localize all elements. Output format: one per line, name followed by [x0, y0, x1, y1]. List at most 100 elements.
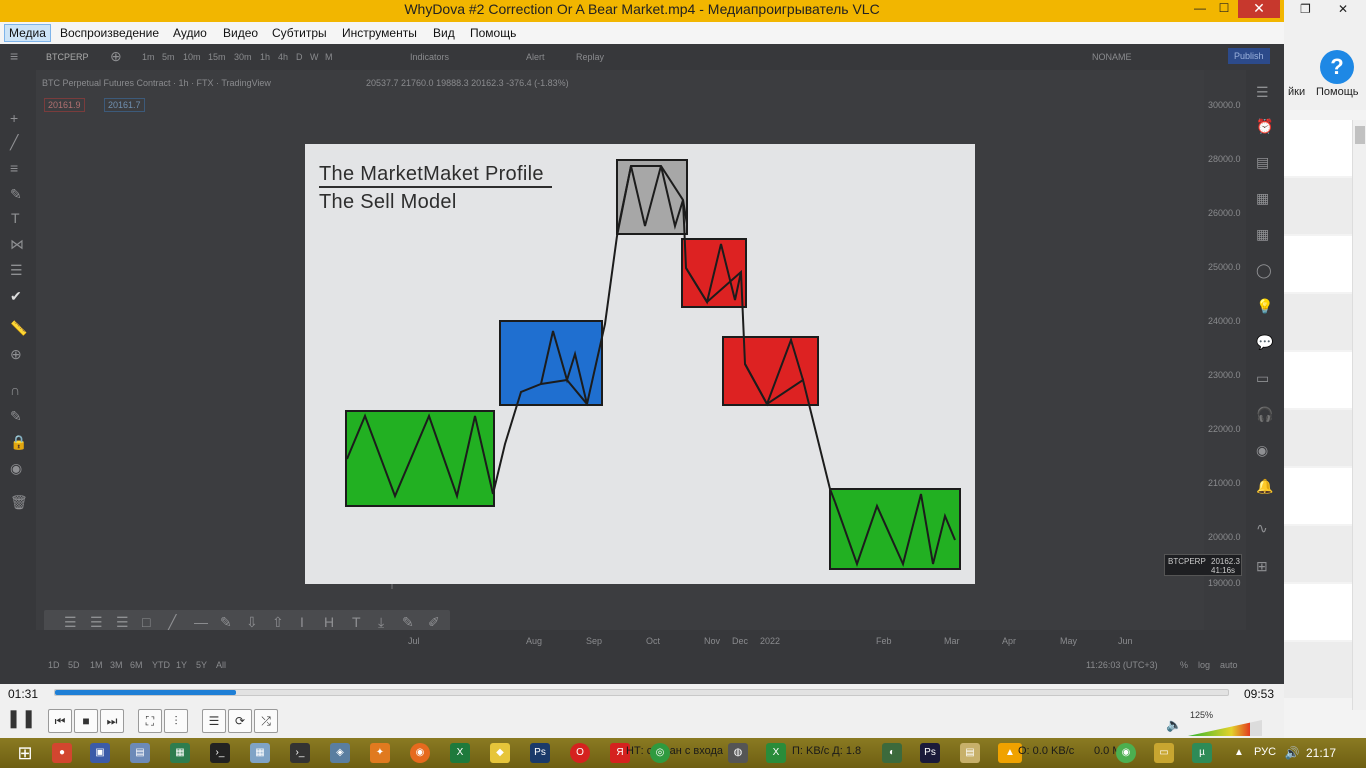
align-icon: ☰	[64, 614, 77, 630]
fullscreen-button[interactable]: ⛶	[138, 709, 162, 733]
axis-month: Aug	[526, 636, 543, 646]
list-item[interactable]	[1284, 526, 1352, 582]
prev-icon: ⏮	[54, 714, 66, 728]
help-label[interactable]: Помощь	[1316, 86, 1359, 98]
clock[interactable]: 21:17	[1306, 746, 1336, 760]
maximize-button[interactable]: ☐	[1212, 0, 1236, 18]
app-icon[interactable]: ◆	[490, 743, 510, 763]
utorrent-icon[interactable]: µ	[1192, 743, 1212, 763]
log-toggle: log	[1198, 660, 1211, 670]
bg-close-icon[interactable]: ✕	[1338, 2, 1348, 16]
seek-slider[interactable]	[54, 689, 1229, 696]
list-item[interactable]	[1284, 178, 1352, 234]
volume-tray-icon[interactable]: 🔊	[1284, 743, 1300, 763]
extended-settings-icon: ⫶	[174, 714, 178, 728]
date-range-icon: H	[324, 614, 335, 630]
folder-icon[interactable]: ▭	[1154, 743, 1174, 763]
language-indicator[interactable]: РУС	[1254, 746, 1276, 758]
app-icon[interactable]: ◈	[330, 743, 350, 763]
app-icon[interactable]: ◐	[882, 743, 902, 763]
firefox-icon[interactable]: ◉	[410, 743, 430, 763]
horizontal-line-icon: —	[194, 614, 208, 630]
list-item[interactable]	[1284, 236, 1352, 292]
playlist-icon: ☰	[208, 714, 220, 728]
save-icon[interactable]: ▣	[90, 743, 110, 763]
rectangle-icon: □	[142, 614, 151, 630]
menu-media[interactable]: Медиа	[4, 24, 51, 42]
range-1m: 1M	[90, 660, 103, 670]
terminal-icon[interactable]: ›_	[210, 743, 230, 763]
previous-button[interactable]: ⏮	[48, 709, 72, 733]
app-icon[interactable]: ◉	[1116, 743, 1136, 763]
scrollbar-thumb[interactable]	[1355, 126, 1365, 144]
opera-icon[interactable]: O	[570, 743, 590, 763]
reaccumulation-box	[499, 320, 603, 406]
list-item[interactable]	[1284, 294, 1352, 350]
chrome-icon[interactable]: ◎	[650, 743, 670, 763]
price-range-icon: I	[300, 614, 304, 630]
next-button[interactable]: ⏭	[100, 709, 124, 733]
title-bar[interactable]: WhyDova #2 Correction Or A Bear Market.m…	[0, 0, 1284, 22]
list-item[interactable]	[1284, 120, 1352, 176]
list-item[interactable]	[1284, 584, 1352, 640]
notepad-icon[interactable]: ▤	[960, 743, 980, 763]
menu-video[interactable]: Видео	[223, 26, 258, 40]
axis-month: Mar	[944, 636, 960, 646]
line-icon: ╱	[168, 614, 177, 630]
butterfly-icon[interactable]: ✦	[370, 743, 390, 763]
random-button[interactable]: ⤮	[254, 709, 278, 733]
menu-playback[interactable]: Воспроизведение	[60, 26, 159, 40]
window-title: WhyDova #2 Correction Or A Bear Market.m…	[404, 1, 880, 17]
volume-slider[interactable]	[1188, 720, 1262, 736]
speaker-icon[interactable]: 🔈	[1166, 717, 1182, 733]
loop-icon: ⟳	[234, 714, 246, 728]
loop-button[interactable]: ⟳	[228, 709, 252, 733]
list-item[interactable]	[1284, 352, 1352, 408]
excel-icon[interactable]: X	[450, 743, 470, 763]
fullscreen-icon: ⛶	[145, 714, 155, 728]
app-icon[interactable]: ▦	[170, 743, 190, 763]
playlist-button[interactable]: ☰	[202, 709, 226, 733]
price-badge: BTCPERP 20162.3 41:16s	[1164, 554, 1242, 576]
chart-bottom-bar: Jul Aug Sep Oct Nov Dec 2022 Feb Mar Apr…	[36, 630, 1246, 684]
console-icon[interactable]: ›_	[290, 743, 310, 763]
app-icon[interactable]: ▤	[130, 743, 150, 763]
bg-restore-icon[interactable]: ❐	[1300, 2, 1311, 16]
taskbar: ⊞ ● ▣ ▤ ▦ ›_ ▦ ›_ ◈ ✦ ◉ X ◆ Ps O Я НТ: с…	[0, 738, 1366, 768]
close-button[interactable]: ✕	[1238, 0, 1280, 18]
pause-button[interactable]: ❚❚	[6, 707, 36, 733]
minimize-button[interactable]: —	[1188, 0, 1212, 18]
start-icon[interactable]: ⊞	[12, 743, 38, 763]
menu-subtitles[interactable]: Субтитры	[272, 26, 327, 40]
menu-help[interactable]: Помощь	[470, 26, 516, 40]
app-icon[interactable]: ●	[52, 743, 72, 763]
photoshop-icon[interactable]: Ps	[920, 743, 940, 763]
list-item[interactable]	[1284, 642, 1352, 698]
list-item[interactable]	[1284, 410, 1352, 466]
text-tool-icon: T	[352, 614, 361, 630]
menu-tools[interactable]: Инструменты	[342, 26, 417, 40]
app-icon[interactable]: ◍	[728, 743, 748, 763]
taskbar-status-text[interactable]: НТ: создан с входа	[626, 745, 723, 757]
pause-icon: ❚❚	[6, 708, 37, 728]
video-frame[interactable]: ≡ BTCPERP ⊕ 1m 5m 10m 15m 30m 1h 4h D W …	[0, 44, 1284, 684]
calculator-icon[interactable]: ▦	[250, 743, 270, 763]
taskbar-speed-text[interactable]: П: KB/с Д: 1.8	[792, 745, 861, 757]
menu-view[interactable]: Вид	[433, 26, 455, 40]
list-item[interactable]	[1284, 468, 1352, 524]
help-icon[interactable]: ?	[1320, 50, 1354, 84]
stop-button[interactable]: ■	[74, 709, 98, 733]
extended-settings-button[interactable]: ⫶	[164, 709, 188, 733]
axis-month: May	[1060, 636, 1078, 646]
auto-toggle: auto	[1220, 660, 1238, 670]
settings-label[interactable]: йки	[1288, 86, 1305, 98]
scrollbar[interactable]	[1352, 120, 1366, 710]
sell-model-slide: The MarketMaket Profile The Sell Model	[305, 144, 975, 584]
photoshop-icon[interactable]: Ps	[530, 743, 550, 763]
tray-arrow-icon[interactable]: ▲	[1232, 743, 1246, 763]
price-badge-time: 41:16s	[1211, 566, 1236, 575]
app-icon[interactable]: X	[766, 743, 786, 763]
menu-audio[interactable]: Аудио	[173, 26, 207, 40]
taskbar-upload-text[interactable]: О: 0.0 KB/с	[1018, 745, 1074, 757]
background-window: ❐ ✕	[1284, 0, 1366, 738]
